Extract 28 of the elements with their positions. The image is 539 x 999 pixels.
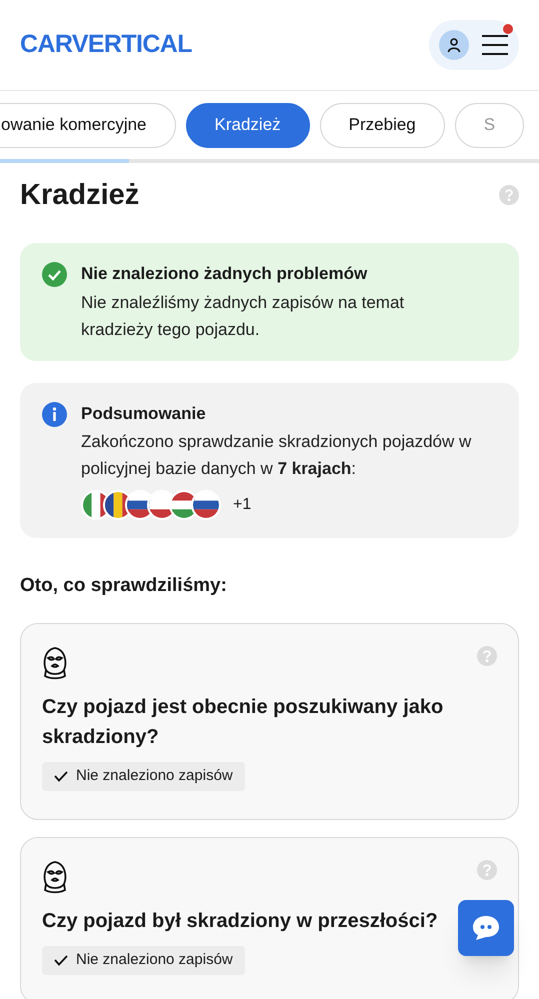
result-text: Nie znaleziono zapisów [76,766,233,786]
category-tab[interactable]: owanie komercyjne [0,102,176,148]
check-question: Czy pojazd był skradziony w przeszłości? [42,908,438,934]
category-tab[interactable]: S [454,102,524,148]
flag-icon [191,490,221,520]
user-icon [446,37,462,53]
alert-title: Podsumowanie [81,402,207,424]
user-button[interactable] [439,30,469,60]
chat-button[interactable] [458,900,514,956]
checkmark-icon [54,770,68,782]
category-tab[interactable]: Kradzież [186,102,310,148]
logo[interactable]: CARVERTICAL [20,26,192,64]
section-title: Kradzież [20,178,140,213]
checks-heading: Oto, co sprawdziliśmy: [20,574,228,598]
chat-bubble-icon [471,914,501,942]
more-countries-count: +1 [233,495,252,515]
balaclava-icon [42,646,68,680]
alert-text: Nie znaleźliśmy żadnych zapisów na temat kradzieży tego pojazdu. [81,292,406,340]
category-tab[interactable]: Przebieg [320,102,445,148]
alert-title: Nie znaleziono żadnych problemów [81,263,368,285]
check-question: Czy pojazd jest obecnie poszukiwany jako skradziony? [42,694,444,750]
checkmark-icon [54,954,68,966]
menu-icon[interactable] [481,34,509,56]
info-icon [42,402,67,426]
balaclava-icon [42,860,68,894]
alert-text: Zakończono sprawdzanie skradzionych pojazdów w policyjnej bazie danych w 7 krajach: [81,431,472,480]
check-circle-icon [42,262,67,287]
result-text: Nie znaleziono zapisów [76,950,233,970]
